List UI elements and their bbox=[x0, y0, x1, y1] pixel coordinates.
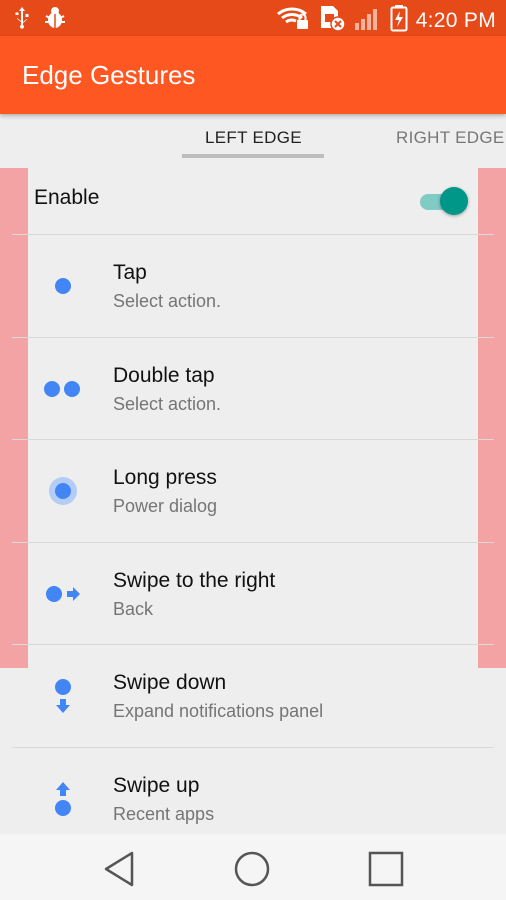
back-icon[interactable] bbox=[100, 849, 140, 889]
gesture-subtitle: Select action. bbox=[113, 394, 222, 414]
tab-right-edge[interactable]: RIGHT EDGE bbox=[396, 128, 504, 148]
swipe-up-icon bbox=[40, 776, 86, 822]
app-bar: Edge Gestures bbox=[0, 36, 506, 114]
double-tap-icon bbox=[40, 366, 86, 412]
recents-icon[interactable] bbox=[366, 849, 406, 889]
screen: 4:20 PM Edge Gestures LEFT EDGE RIGHT ED… bbox=[0, 0, 506, 900]
gesture-subtitle: Select action. bbox=[113, 291, 222, 311]
enable-toggle[interactable] bbox=[418, 185, 470, 217]
gesture-subtitle: Back bbox=[113, 599, 154, 619]
usb-icon bbox=[14, 6, 30, 35]
gesture-subtitle: Recent apps bbox=[113, 804, 215, 824]
gesture-title: Long press bbox=[113, 466, 217, 489]
signal-icon bbox=[354, 5, 382, 36]
gesture-row-tap[interactable]: Tap Select action. bbox=[0, 235, 506, 337]
tab-left-edge[interactable]: LEFT EDGE bbox=[205, 128, 302, 148]
wifi-lock-icon bbox=[276, 5, 310, 36]
sim-error-icon bbox=[318, 4, 346, 37]
gesture-title: Tap bbox=[113, 261, 147, 284]
gesture-subtitle: Expand notifications panel bbox=[113, 701, 324, 721]
enable-row[interactable]: Enable bbox=[28, 168, 478, 234]
tap-icon bbox=[40, 263, 86, 309]
status-time: 4:20 PM bbox=[415, 8, 496, 32]
long-press-icon bbox=[40, 468, 86, 514]
bug-icon bbox=[44, 6, 66, 35]
home-icon[interactable] bbox=[232, 849, 272, 889]
status-bar: 4:20 PM bbox=[0, 0, 506, 36]
gesture-title: Swipe up bbox=[113, 774, 200, 797]
gesture-row-long-press[interactable]: Long press Power dialog bbox=[0, 440, 506, 542]
swipe-right-icon bbox=[40, 571, 86, 617]
gesture-title: Swipe to the right bbox=[113, 569, 276, 592]
gesture-row-swipe-down[interactable]: Swipe down Expand notifications panel bbox=[0, 645, 506, 747]
app-title: Edge Gestures bbox=[22, 60, 196, 90]
gesture-row-swipe-right[interactable]: Swipe to the right Back bbox=[0, 543, 506, 645]
tab-indicator bbox=[182, 154, 324, 158]
swipe-down-icon bbox=[40, 673, 86, 719]
toggle-knob bbox=[440, 187, 468, 215]
gesture-subtitle: Power dialog bbox=[113, 496, 218, 516]
gesture-title: Double tap bbox=[113, 364, 215, 387]
battery-charging-icon bbox=[390, 4, 408, 37]
navigation-bar bbox=[0, 834, 506, 900]
edge-tabs: LEFT EDGE RIGHT EDGE bbox=[0, 114, 506, 168]
gesture-title: Swipe down bbox=[113, 671, 227, 694]
enable-label: Enable bbox=[34, 186, 100, 209]
gesture-row-double-tap[interactable]: Double tap Select action. bbox=[0, 338, 506, 440]
